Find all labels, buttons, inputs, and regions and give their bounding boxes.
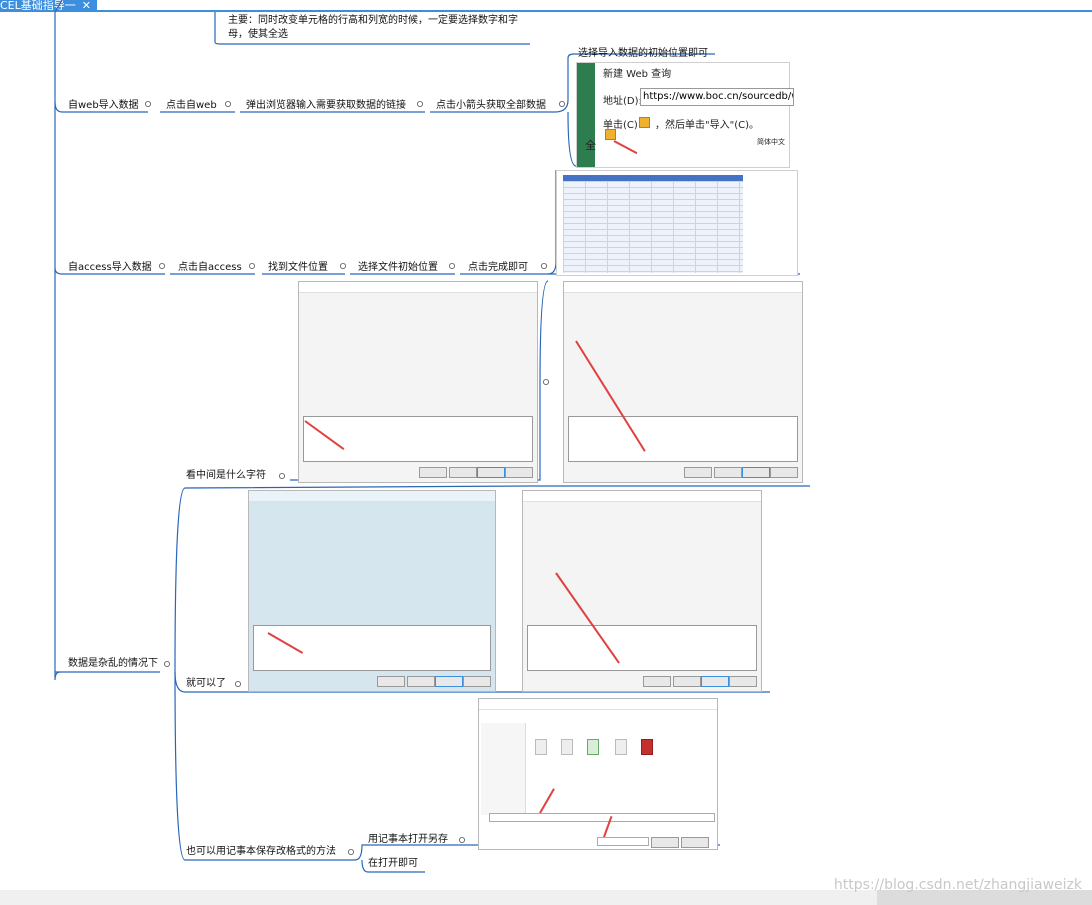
finish-button[interactable] (729, 676, 757, 687)
web-query-title: 新建 Web 查询 (603, 69, 672, 80)
back-button[interactable] (673, 676, 701, 687)
back-button[interactable] (714, 467, 742, 478)
node-choose-start[interactable]: 选择文件初始位置 (358, 261, 438, 275)
data-preview (568, 416, 798, 462)
file-icon (535, 739, 547, 755)
data-preview (527, 625, 757, 671)
node-browser-link[interactable]: 弹出浏览器输入需要获取数据的链接 (246, 99, 406, 113)
back-button[interactable] (449, 467, 477, 478)
dialog-titlebar (249, 491, 495, 502)
cancel-button[interactable] (377, 676, 405, 687)
file-icon (615, 739, 627, 755)
save-as-dialog (478, 698, 718, 850)
data-preview (303, 416, 533, 462)
node-arrow-all-data[interactable]: 点击小箭头获取全部数据 (436, 99, 546, 113)
save-button[interactable] (651, 837, 679, 848)
encoding-select[interactable] (597, 837, 649, 846)
node-access-import[interactable]: 自access导入数据 (68, 261, 152, 275)
node-web-import[interactable]: 自web导入数据 (68, 99, 139, 113)
filename-field[interactable] (489, 813, 715, 822)
node-messy-data[interactable]: 数据是杂乱的情况下 (68, 657, 158, 671)
node-finish[interactable]: 点击完成即可 (468, 261, 528, 275)
node-click-access[interactable]: 点击自access (178, 261, 242, 275)
address-input[interactable]: https://www.boc.cn/sourcedb/wh (640, 88, 794, 106)
node-open[interactable]: 在打开即可 (368, 857, 418, 871)
top-note: 主要：同时改变单元格的行高和列宽的时候，一定要选择数字和字母，使其全选 (228, 15, 518, 40)
text-import-dialog-3 (248, 490, 496, 692)
next-button[interactable] (477, 467, 505, 478)
dialog-titlebar (523, 491, 761, 502)
dialog-titlebar (564, 282, 802, 293)
access-table-screenshot (556, 170, 798, 276)
click-suffix: ，然后单击"导入"(C)。 (655, 120, 759, 131)
cancel-button[interactable] (681, 837, 709, 848)
next-button[interactable] (435, 676, 463, 687)
dialog-titlebar (299, 282, 537, 293)
table-grid (563, 181, 743, 273)
next-button[interactable] (742, 467, 770, 478)
cancel-button[interactable] (684, 467, 712, 478)
text-import-dialog-4 (522, 490, 762, 692)
file-icon (561, 739, 573, 755)
dialog-titlebar (479, 699, 717, 710)
side-char: 全 (585, 139, 596, 152)
node-done[interactable]: 就可以了 (186, 677, 226, 691)
finish-button[interactable] (505, 467, 533, 478)
language-label: 简体中文 (757, 138, 785, 146)
data-preview (253, 625, 491, 671)
node-notepad-method[interactable]: 也可以用记事本保存改格式的方法 (186, 845, 336, 859)
text-import-dialog-2 (563, 281, 803, 483)
back-button[interactable] (407, 676, 435, 687)
import-arrow-icon[interactable] (639, 117, 650, 128)
finish-button[interactable] (463, 676, 491, 687)
node-choose-position[interactable]: 选择导入数据的初始位置即可 (578, 47, 708, 61)
node-notepad-saveas[interactable]: 用记事本打开另存 (368, 833, 448, 847)
nav-pane (481, 723, 526, 815)
web-query-screenshot: 新建 Web 查询 地址(D): 全 单击(C) ，然后单击"导入"(C)。 简… (576, 62, 790, 168)
address-label: 地址(D): (603, 96, 642, 107)
table-arrow-icon[interactable] (605, 129, 616, 140)
cancel-button[interactable] (419, 467, 447, 478)
excel-file-icon (587, 739, 599, 755)
watermark: https://blog.csdn.net/zhangjiaweizk (833, 877, 1082, 893)
cancel-button[interactable] (643, 676, 671, 687)
node-click-web[interactable]: 点击自web (166, 99, 217, 113)
finish-button[interactable] (770, 467, 798, 478)
text-import-dialog-1 (298, 281, 538, 483)
node-find-file[interactable]: 找到文件位置 (268, 261, 328, 275)
next-button[interactable] (701, 676, 729, 687)
access-file-icon (641, 739, 653, 755)
node-middle-char[interactable]: 看中间是什么字符 (186, 469, 266, 483)
